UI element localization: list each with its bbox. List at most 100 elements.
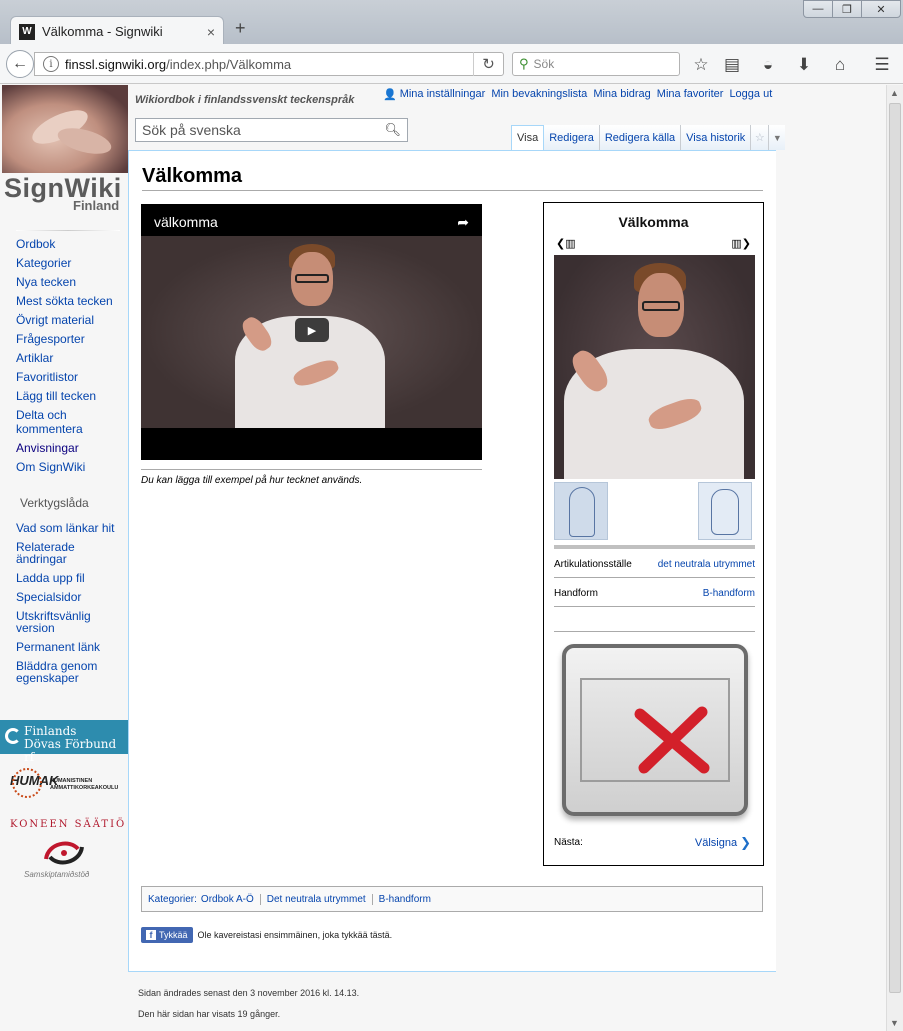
- sidebar-item-fragesporter[interactable]: Frågesporter: [16, 332, 126, 346]
- browser-navbar: ← i finssl.signwiki.org/index.php/Välkom…: [0, 44, 903, 84]
- maximize-button[interactable]: ❐: [832, 0, 862, 18]
- video-title[interactable]: välkomma: [154, 214, 218, 230]
- vertical-scrollbar[interactable]: ▲ ▼: [886, 85, 903, 1031]
- sidebar-item-ovrigt-material[interactable]: Övrigt material: [16, 313, 126, 327]
- link-favorites[interactable]: Mina favoriter: [657, 88, 724, 101]
- watch-star-icon[interactable]: ☆: [751, 125, 770, 150]
- close-window-button[interactable]: ✕: [861, 0, 901, 18]
- last-modified: Sidan ändrades senast den 3 november 201…: [138, 988, 360, 998]
- back-button[interactable]: ←: [6, 50, 34, 78]
- logo-hands-image[interactable]: [2, 85, 128, 173]
- link-contributions[interactable]: Mina bidrag: [593, 88, 650, 101]
- url-bar[interactable]: i finssl.signwiki.org/index.php/Välkomma…: [34, 52, 504, 76]
- menu-icon[interactable]: ☰: [871, 54, 893, 76]
- scrollbar-thumb[interactable]: [889, 103, 901, 993]
- site-tagline: Wikiordbok i finlandssvenskt teckenspråk: [135, 94, 355, 106]
- reading-list-icon[interactable]: ▤: [721, 54, 743, 76]
- home-icon[interactable]: ⌂: [829, 54, 851, 76]
- new-tab-button[interactable]: +: [235, 18, 246, 39]
- tab-view[interactable]: Visa: [511, 125, 545, 150]
- download-icon[interactable]: ⬇: [793, 54, 815, 76]
- sidebar-item-delta-och-kommentera[interactable]: Delta och kommentera: [16, 408, 126, 436]
- logo-subtitle: Finland: [73, 198, 120, 213]
- sidebar-item-anvisningar[interactable]: Anvisningar: [16, 441, 126, 455]
- site-info-icon[interactable]: i: [43, 56, 59, 72]
- page-title: Välkomma: [142, 165, 763, 191]
- link-logout[interactable]: Logga ut: [729, 88, 772, 101]
- tool-special-pages[interactable]: Specialsidor: [16, 591, 126, 603]
- next-arrow-icon: ❯: [740, 835, 751, 850]
- partner-logo-koneen[interactable]: KONEEN SÄÄTIÖ: [10, 819, 126, 830]
- content-area: Välkomma välkomma ➦ ▶ Du kan lägga till …: [128, 150, 776, 972]
- share-icon[interactable]: ➦: [457, 214, 469, 230]
- infobox-row-handshape: Handform B-handform: [554, 581, 755, 607]
- link-b-handshape[interactable]: B-handform: [703, 588, 755, 599]
- next-sign-icon[interactable]: ▥❯: [731, 237, 751, 250]
- pocket-icon[interactable]: ◒: [757, 54, 779, 76]
- toolbox-heading: Verktygslåda: [20, 496, 89, 510]
- previous-sign-icon[interactable]: ❮▥: [556, 237, 576, 250]
- minimize-button[interactable]: —: [803, 0, 833, 18]
- browser-tab[interactable]: W Välkomma - Signwiki ×: [10, 16, 224, 46]
- facebook-like-button[interactable]: f Tykkää: [141, 927, 193, 943]
- caption-divider: [141, 469, 482, 470]
- sidebar-item-kategorier[interactable]: Kategorier: [16, 256, 126, 270]
- facebook-icon: f: [146, 930, 156, 940]
- video-caption: Du kan lägga till exempel på hur tecknet…: [141, 475, 363, 486]
- view-count: Den här sidan har visats 19 gånger.: [138, 1009, 281, 1019]
- sidebar-item-artiklar[interactable]: Artiklar: [16, 351, 126, 365]
- scroll-up-icon[interactable]: ▲: [890, 88, 899, 98]
- sidebar-item-ordbok[interactable]: Ordbok: [16, 237, 126, 251]
- browser-titlebar: W Välkomma - Signwiki × + — ❐ ✕: [0, 0, 903, 46]
- bookmark-star-icon[interactable]: ☆: [690, 54, 712, 76]
- next-sign-link[interactable]: Välsigna ❯: [695, 835, 751, 851]
- category-b-handshape[interactable]: B-handform: [371, 893, 437, 905]
- page-tabs: Visa Redigera Redigera källa Visa histor…: [511, 125, 786, 150]
- back-arrow-icon: ←: [12, 55, 28, 72]
- tool-browse-properties[interactable]: Bläddra genom egenskaper: [16, 660, 126, 684]
- wiki-search-input[interactable]: Sök på svenska 🔍︎: [135, 118, 408, 142]
- next-label: Nästa:: [554, 837, 583, 848]
- sidebar-item-mest-sokta[interactable]: Mest sökta tecken: [16, 294, 126, 308]
- partner-samskipta-label: Samskiptamiðstöð: [24, 870, 90, 879]
- link-preferences[interactable]: Mina inställningar: [400, 88, 486, 101]
- category-ordbok[interactable]: Ordbok A-Ö: [197, 894, 260, 905]
- sidebar-item-lagg-till-tecken[interactable]: Lägg till tecken: [16, 389, 126, 403]
- tab-history[interactable]: Visa historik: [681, 125, 752, 150]
- signwriting-handshape-image: [698, 482, 752, 540]
- partner-logo-fdf[interactable]: Finlands Dövas Förbund rf: [0, 720, 128, 764]
- facebook-like-text: Ole kavereistasi ensimmäinen, joka tykkä…: [197, 930, 393, 940]
- video-player[interactable]: välkomma ➦ ▶: [141, 204, 482, 460]
- sidebar-navigation: Ordbok Kategorier Nya tecken Mest sökta …: [16, 237, 126, 479]
- tool-upload-file[interactable]: Ladda upp fil: [16, 572, 126, 584]
- page-footer: Sidan ändrades senast den 3 november 201…: [138, 988, 359, 1030]
- search-icon[interactable]: 🔍︎: [384, 122, 401, 138]
- category-neutral-space[interactable]: Det neutrala utrymmet: [259, 893, 372, 905]
- sidebar-item-om-signwiki[interactable]: Om SignWiki: [16, 460, 126, 474]
- tool-printable-version[interactable]: Utskriftsvänlig version: [16, 610, 126, 634]
- close-tab-icon[interactable]: ×: [207, 24, 215, 40]
- tab-edit-source[interactable]: Redigera källa: [599, 125, 682, 150]
- tool-permanent-link[interactable]: Permanent länk: [16, 641, 126, 653]
- tool-what-links-here[interactable]: Vad som länkar hit: [16, 522, 126, 534]
- scroll-down-icon[interactable]: ▼: [890, 1018, 899, 1028]
- link-neutral-space[interactable]: det neutrala utrymmet: [658, 559, 755, 570]
- link-watchlist[interactable]: Min bevakningslista: [491, 88, 587, 101]
- tool-related-changes[interactable]: Relaterade ändringar: [16, 541, 126, 565]
- personal-links: 👤 Mina inställningar Min bevakningslista…: [383, 88, 772, 101]
- sidebar-item-favoritlistor[interactable]: Favoritlistor: [16, 370, 126, 384]
- infobox-row-location: Artikulationsställe det neutrala utrymme…: [554, 552, 755, 578]
- play-icon[interactable]: ▶: [295, 318, 329, 342]
- sidebar-item-nya-tecken[interactable]: Nya tecken: [16, 275, 126, 289]
- tab-edit[interactable]: Redigera: [544, 125, 600, 150]
- toolbox-links: Vad som länkar hit Relaterade ändringar …: [16, 522, 126, 691]
- partner-logo-samskipta-icon[interactable]: [40, 837, 88, 869]
- search-engine-icon: ⚲: [519, 56, 529, 71]
- reload-icon[interactable]: ↻: [473, 52, 503, 76]
- url-text[interactable]: finssl.signwiki.org/index.php/Välkomma: [65, 57, 473, 72]
- partner-logo-humak[interactable]: HUMAK HUMANISTINEN AMMATTIKORKEAKOULU: [10, 768, 125, 799]
- categories-label[interactable]: Kategorier:: [148, 894, 197, 905]
- more-actions-chevron-icon[interactable]: ▼: [769, 125, 786, 150]
- browser-search-field[interactable]: ⚲ Sök: [512, 52, 680, 76]
- sidebar-divider: [16, 230, 120, 231]
